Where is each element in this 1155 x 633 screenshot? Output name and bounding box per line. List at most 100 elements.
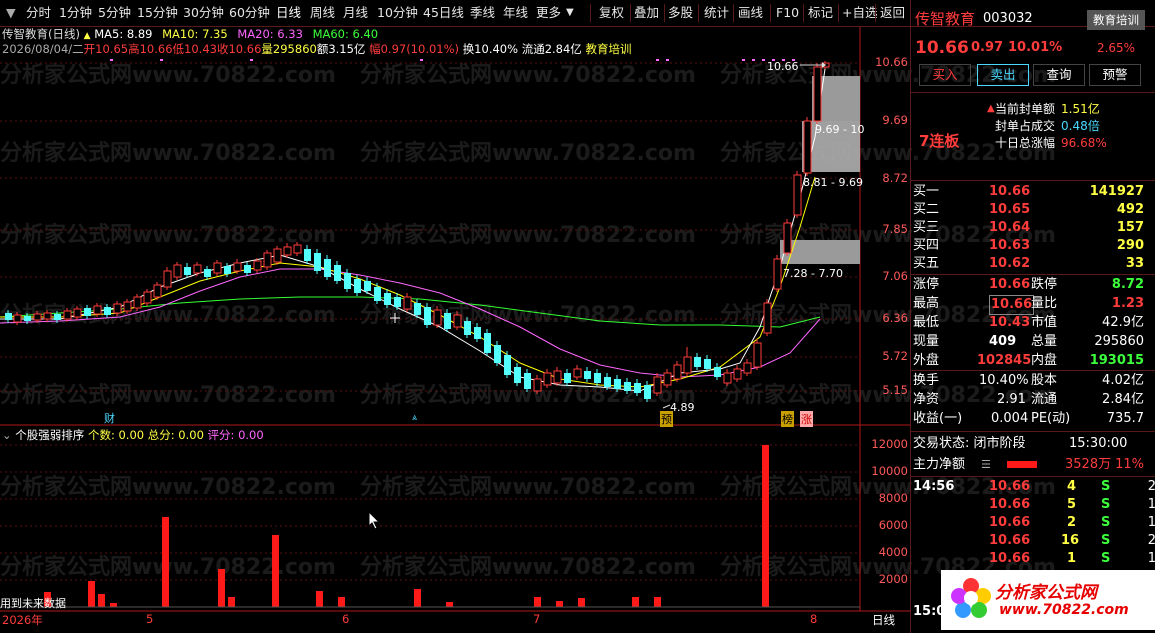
stats-row: 最高 10.66 量比 1.23 (911, 295, 1155, 315)
main-flow-label: 主力净额 (913, 457, 966, 472)
price-axis-tick: 5.72 (882, 349, 908, 363)
candle-body (543, 372, 552, 386)
tab-yearly[interactable]: 年线 (503, 0, 528, 26)
kline-chart-panel[interactable]: 分析家公式网www.70822.com 分析家公式网www.70822.com … (0, 27, 1056, 628)
candle-body (533, 378, 542, 392)
limit-row: 十日总涨幅 96.68% (911, 134, 1155, 152)
multi-stock-button[interactable]: 多股 (668, 0, 693, 26)
chevron-down-icon[interactable]: ▼ (566, 0, 574, 26)
f10-button[interactable]: F10 (776, 0, 799, 26)
stats-row: 涨停 10.66 跌停 8.72 (911, 276, 1155, 294)
site-logo: 分析家公式网 www.70822.com (941, 570, 1155, 630)
tick-list[interactable]: 14:56 10.66 4 S 2 10.66 5 S 1 10.66 2 S … (911, 478, 1155, 574)
stats-row: 最低 10.43 市值 42.9亿 (911, 314, 1155, 332)
bid-label: 买二 (913, 202, 940, 217)
price-axis-tick: 9.69 (882, 113, 908, 127)
stat-label: 现量 (913, 334, 940, 349)
tick-count: 1 (1147, 497, 1155, 512)
query-button[interactable]: 查询 (1033, 64, 1085, 86)
candle-body (453, 314, 462, 328)
candle-body (653, 376, 662, 394)
indicator-bar (228, 597, 235, 607)
candle-body (84, 308, 91, 316)
tick-price: 10.66 (989, 479, 1031, 494)
limit-row-label: 封单占成交 (995, 119, 1056, 133)
title-arrow-icon[interactable]: ▲ (84, 31, 91, 41)
limit-row-value: 1.51亿 (1061, 102, 1100, 116)
indicator-name[interactable]: 个股强弱排序 (15, 428, 84, 442)
candle-body (163, 270, 172, 288)
stat-value: 10.66 (989, 295, 1035, 315)
tick-row: 10.66 5 S 1 (911, 496, 1155, 514)
tick-volume: 1 (1067, 551, 1077, 566)
ohlc-low: 低10.43 (172, 42, 217, 56)
limit-row-value: 0.48倍 (1061, 119, 1100, 133)
main-flow-pct: 11% (1115, 457, 1144, 472)
tab-45day[interactable]: 45日线 (423, 0, 464, 26)
tab-fenshi[interactable]: 分时 (26, 0, 51, 26)
stat-value: 295860 (1094, 334, 1144, 349)
volume-axis-tick: 4000 (878, 545, 908, 559)
indicator-bar (414, 589, 421, 607)
tab-quarterly[interactable]: 季线 (470, 0, 495, 26)
tab-60min[interactable]: 60分钟 (229, 0, 270, 26)
sell-button[interactable]: 卖出 (977, 64, 1029, 86)
tick-count: 2 (1147, 479, 1155, 494)
stat-label: 市值 (1031, 315, 1058, 330)
concept-button[interactable]: 教育培训 (1087, 10, 1145, 30)
tab-weekly[interactable]: 周线 (310, 0, 335, 26)
indicator-bar (446, 602, 453, 607)
finance-marker[interactable]: 财 (104, 410, 115, 426)
xaxis-label: 8 (810, 612, 818, 626)
period-label[interactable]: 日线 (872, 612, 895, 628)
ohlc-concept[interactable]: 教育培训 (585, 42, 631, 56)
xaxis-label: 7 (533, 612, 541, 626)
ohlc-change: 幅0.97(10.01%) (369, 42, 460, 56)
candle-body (283, 246, 292, 256)
stats-row: 外盘 102845 内盘 193015 (911, 352, 1155, 370)
tick-side: S (1101, 551, 1111, 566)
forecast-marker[interactable]: 预 (660, 411, 673, 427)
candle-body (634, 383, 641, 393)
limit-up-marker[interactable]: 涨 (800, 411, 813, 427)
buy-button[interactable]: 买入 (919, 64, 971, 86)
tab-15min[interactable]: 15分钟 (137, 0, 178, 26)
mark-button[interactable]: 标记 (808, 0, 833, 26)
tab-10min[interactable]: 10分钟 (377, 0, 418, 26)
fuquan-button[interactable]: 复权 (599, 0, 624, 26)
overlay-button[interactable]: 叠加 (634, 0, 659, 26)
tab-1min[interactable]: 1分钟 (59, 0, 92, 26)
indicator-menu-icon[interactable]: ⌄ (2, 428, 12, 442)
candle-body (93, 305, 102, 315)
candle-body (24, 316, 31, 321)
candle-body (663, 372, 672, 386)
limit-row-label: 当前封单额 (995, 102, 1056, 116)
add-favorite-button[interactable]: +自选 (842, 0, 877, 26)
ma10-label: MA10: 7.35 (162, 27, 228, 41)
tab-monthly[interactable]: 月线 (343, 0, 368, 26)
ranking-marker[interactable]: 榜 (781, 411, 794, 427)
candle-body (644, 385, 651, 399)
draw-line-button[interactable]: 画线 (738, 0, 763, 26)
tick-row: 14:56 10.66 4 S 2 (911, 478, 1155, 496)
event-marker-icon[interactable]: ⩓ (412, 413, 417, 423)
menu-arrow-icon[interactable]: ▼ (6, 0, 16, 26)
bid-row: 买二 10.65 492 (911, 201, 1155, 219)
tab-daily[interactable]: 日线 (276, 0, 301, 26)
tab-5min[interactable]: 5分钟 (98, 0, 131, 26)
list-icon[interactable]: ☰ (981, 456, 991, 474)
stat-label: 换手 (913, 373, 940, 388)
bid-price: 10.62 (989, 256, 1031, 271)
statistics-button[interactable]: 统计 (704, 0, 729, 26)
tab-30min[interactable]: 30分钟 (183, 0, 224, 26)
back-button[interactable]: 返回 (880, 0, 905, 26)
candle-body (54, 314, 61, 320)
candle-body (553, 370, 562, 384)
tab-more[interactable]: 更多 (536, 0, 561, 26)
candle-body (773, 258, 782, 290)
candle-body (384, 293, 391, 305)
concept-change-pct: 2.65% (1096, 41, 1136, 55)
alert-button[interactable]: 预警 (1089, 64, 1141, 86)
price-axis-tick: 5.15 (882, 383, 908, 397)
candle-body (224, 266, 231, 274)
